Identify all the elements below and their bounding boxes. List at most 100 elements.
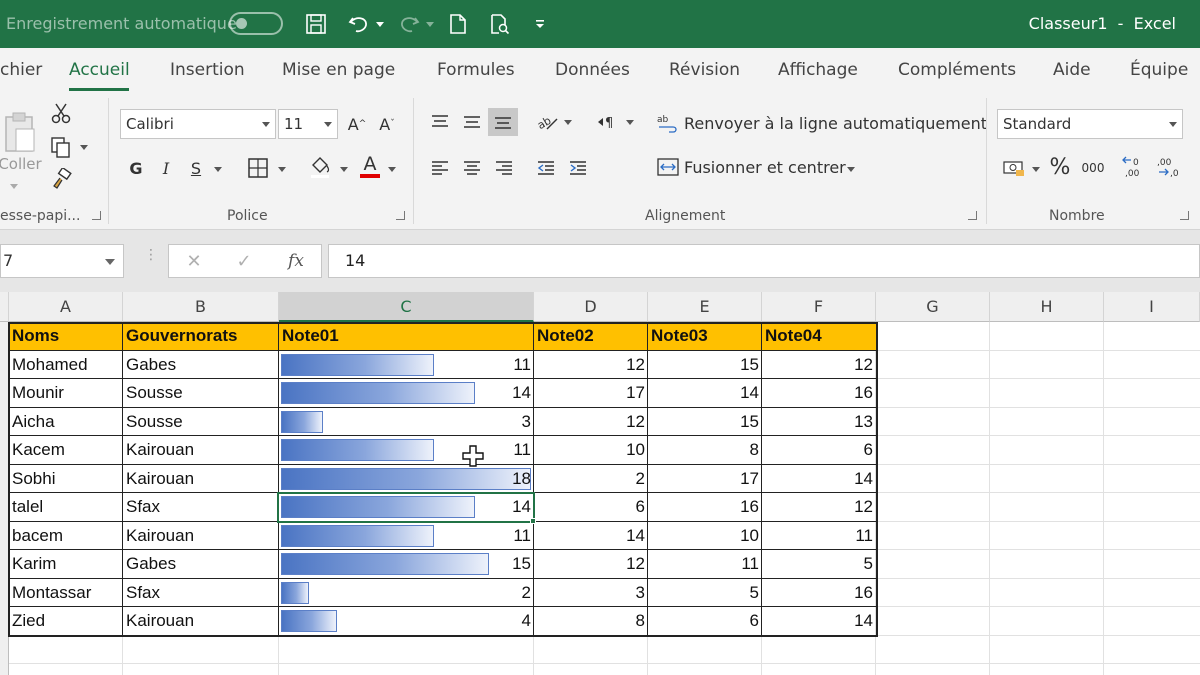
cell-note04[interactable]: 5 bbox=[762, 550, 876, 578]
cell-note04[interactable]: 12 bbox=[762, 351, 876, 379]
cell-note04[interactable]: 6 bbox=[762, 436, 876, 464]
paste-dropdown-icon[interactable] bbox=[10, 184, 18, 189]
cell-nom[interactable]: Mounir bbox=[9, 379, 123, 407]
column-header-e[interactable]: E bbox=[648, 292, 762, 322]
cell-note01[interactable]: 15 bbox=[279, 550, 534, 578]
fill-handle[interactable] bbox=[530, 518, 536, 524]
cell-note02[interactable]: 8 bbox=[534, 607, 648, 635]
cell-note03[interactable]: 10 bbox=[648, 522, 762, 550]
column-header-f[interactable]: F bbox=[762, 292, 876, 322]
align-bottom-icon[interactable] bbox=[488, 108, 518, 136]
redo-dropdown-icon[interactable] bbox=[424, 10, 436, 38]
borders-icon[interactable] bbox=[244, 154, 272, 182]
wrap-text-icon[interactable]: ab bbox=[656, 110, 680, 136]
header-note04[interactable]: Note04 bbox=[762, 322, 876, 350]
insert-function-button[interactable]: fx bbox=[281, 245, 311, 277]
percent-button[interactable]: % bbox=[1046, 152, 1074, 182]
cell-note01[interactable]: 14 bbox=[279, 379, 534, 407]
cell-note02[interactable]: 10 bbox=[534, 436, 648, 464]
undo-icon[interactable] bbox=[344, 10, 374, 38]
fill-color-icon[interactable] bbox=[306, 152, 334, 182]
thousands-separator-button[interactable]: 000 bbox=[1078, 154, 1108, 182]
new-document-icon[interactable] bbox=[444, 10, 472, 38]
cell-note01[interactable]: 14 bbox=[279, 493, 534, 521]
cell-gouvernorat[interactable]: Sousse bbox=[123, 379, 279, 407]
number-format-combo[interactable]: Standard bbox=[997, 109, 1183, 139]
cell-note04[interactable]: 14 bbox=[762, 465, 876, 493]
cell-note03[interactable]: 6 bbox=[648, 607, 762, 635]
redo-icon[interactable] bbox=[394, 10, 424, 38]
underline-button[interactable]: S bbox=[184, 154, 208, 182]
cell-nom[interactable]: Mohamed bbox=[9, 351, 123, 379]
font-launcher-icon[interactable] bbox=[396, 211, 405, 220]
merge-center-icon[interactable] bbox=[656, 154, 680, 180]
cell-note02[interactable]: 12 bbox=[534, 408, 648, 436]
cell-gouvernorat[interactable]: Sfax bbox=[123, 493, 279, 521]
enter-icon[interactable]: ✓ bbox=[229, 245, 259, 277]
cell-note04[interactable]: 16 bbox=[762, 579, 876, 607]
increase-indent-icon[interactable] bbox=[564, 154, 592, 182]
decrease-indent-icon[interactable] bbox=[532, 154, 560, 182]
tab-affichage[interactable]: Affichage bbox=[778, 60, 858, 80]
header-note03[interactable]: Note03 bbox=[648, 322, 762, 350]
format-painter-icon[interactable] bbox=[48, 166, 74, 192]
cell-note02[interactable]: 12 bbox=[534, 550, 648, 578]
cut-icon[interactable] bbox=[48, 100, 74, 126]
cell-nom[interactable]: talel bbox=[9, 493, 123, 521]
cell-note03[interactable]: 16 bbox=[648, 493, 762, 521]
orientation-dropdown-icon[interactable] bbox=[564, 120, 572, 125]
column-header-c[interactable]: C bbox=[279, 292, 534, 322]
align-right-icon[interactable] bbox=[490, 154, 518, 182]
align-left-icon[interactable] bbox=[426, 154, 454, 182]
cell-note03[interactable]: 15 bbox=[648, 408, 762, 436]
tab-revision[interactable]: Révision bbox=[669, 60, 740, 80]
borders-dropdown-icon[interactable] bbox=[278, 167, 286, 172]
cell-note03[interactable]: 14 bbox=[648, 379, 762, 407]
cell-gouvernorat[interactable]: Kairouan bbox=[123, 465, 279, 493]
cell-note02[interactable]: 3 bbox=[534, 579, 648, 607]
italic-button[interactable]: I bbox=[154, 154, 178, 182]
select-all-corner[interactable] bbox=[0, 292, 9, 322]
cell-nom[interactable]: bacem bbox=[9, 522, 123, 550]
column-header-a[interactable]: A bbox=[9, 292, 123, 322]
undo-dropdown-icon[interactable] bbox=[374, 10, 386, 38]
align-center-icon[interactable] bbox=[458, 154, 486, 182]
header-gouvernorats[interactable]: Gouvernorats bbox=[123, 322, 279, 350]
font-color-icon[interactable]: A bbox=[356, 150, 384, 182]
cell-note01[interactable]: 3 bbox=[279, 408, 534, 436]
wrap-text-button[interactable]: Renvoyer à la ligne automatiquement bbox=[684, 114, 987, 133]
cell-note01[interactable]: 11 bbox=[279, 522, 534, 550]
cell-note02[interactable]: 2 bbox=[534, 465, 648, 493]
column-header-b[interactable]: B bbox=[123, 292, 279, 322]
cell-nom[interactable]: Karim bbox=[9, 550, 123, 578]
cell-nom[interactable]: Aicha bbox=[9, 408, 123, 436]
bold-button[interactable]: G bbox=[124, 154, 148, 182]
column-header-h[interactable]: H bbox=[990, 292, 1104, 322]
fill-color-dropdown-icon[interactable] bbox=[340, 167, 348, 172]
cell-note01[interactable]: 11 bbox=[279, 351, 534, 379]
tab-insertion[interactable]: Insertion bbox=[170, 60, 245, 80]
cell-note01[interactable]: 11 bbox=[279, 436, 534, 464]
cell-gouvernorat[interactable]: Kairouan bbox=[123, 522, 279, 550]
decrease-font-icon[interactable]: Aˇ bbox=[374, 110, 400, 138]
cell-gouvernorat[interactable]: Kairouan bbox=[123, 436, 279, 464]
number-launcher-icon[interactable] bbox=[1180, 211, 1189, 220]
cell-gouvernorat[interactable]: Sfax bbox=[123, 579, 279, 607]
alignment-launcher-icon[interactable] bbox=[968, 211, 977, 220]
cell-gouvernorat[interactable]: Gabes bbox=[123, 550, 279, 578]
cell-note03[interactable]: 15 bbox=[648, 351, 762, 379]
name-box[interactable]: 7 bbox=[0, 244, 124, 278]
cell-nom[interactable]: Montassar bbox=[9, 579, 123, 607]
cell-note01[interactable]: 2 bbox=[279, 579, 534, 607]
cell-note02[interactable]: 12 bbox=[534, 351, 648, 379]
decrease-decimal-icon[interactable]: ,00,0 bbox=[1154, 152, 1182, 182]
cell-note01[interactable]: 18 bbox=[279, 465, 534, 493]
header-note01[interactable]: Note01 bbox=[279, 322, 534, 350]
align-top-icon[interactable] bbox=[426, 108, 454, 136]
paste-button[interactable]: Coller bbox=[0, 102, 42, 182]
accounting-dropdown-icon[interactable] bbox=[1032, 167, 1040, 172]
cell-note04[interactable]: 16 bbox=[762, 379, 876, 407]
text-direction-icon[interactable]: ¶ bbox=[594, 108, 620, 136]
accounting-format-icon[interactable] bbox=[1000, 154, 1028, 182]
copy-icon[interactable] bbox=[48, 134, 74, 160]
